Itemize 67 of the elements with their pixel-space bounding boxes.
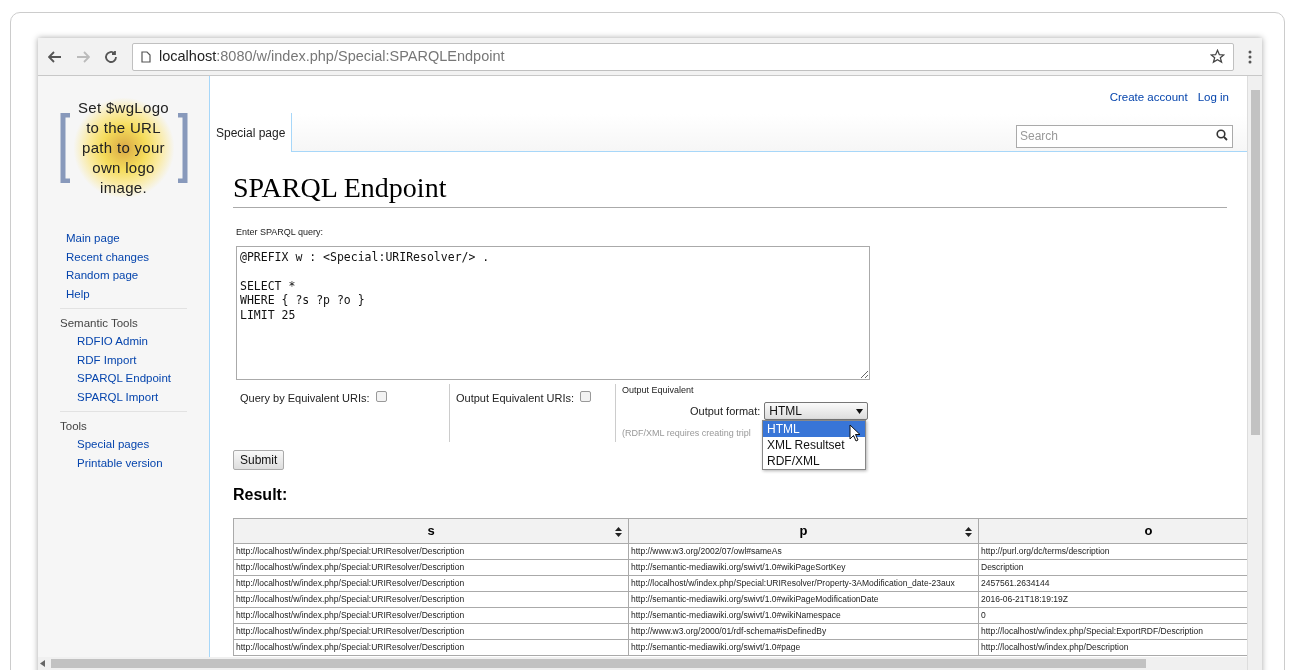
query-textarea[interactable]: @PREFIX w : <Special:URIResolver/> . SELECT * WHERE { ?s ?p ?o } LIMIT 25 <box>236 245 870 380</box>
dropdown-option[interactable]: HTML <box>763 420 865 437</box>
submit-button[interactable]: Submit <box>233 449 285 470</box>
page-tab[interactable]: Special page <box>210 113 293 152</box>
table-cell: http://www.w3.org/2000/01/rdf-schema#isDefinedBy <box>628 623 979 639</box>
account-link[interactable]: Log in <box>1197 89 1229 107</box>
vertical-scrollbar[interactable] <box>1247 76 1262 670</box>
result-heading: Result: <box>233 484 289 505</box>
table-cell: http://localhost/w/index.php/Special:URIResolver/Description <box>233 559 629 575</box>
table-cell: http://semantic-mediawiki.org/swivt/1.0#wikiPageModificationDate <box>628 591 979 607</box>
page-title: SPARQL Endpoint <box>233 171 1227 208</box>
table-cell: http://semantic-mediawiki.org/swivt/1.0#wikiPageSortKey <box>628 559 979 575</box>
back-arrow-icon[interactable] <box>48 50 62 63</box>
search-field[interactable]: Search <box>1016 124 1233 148</box>
option-label: Output Equivalent URIs: <box>456 390 574 406</box>
table-cell: http://localhost/w/index.php/Special:URIResolver/Property-3AModification_date-23aux <box>628 575 979 591</box>
logo-text: Set $wgLogo to the URL path to your own logo image. <box>71 98 176 198</box>
table-cell: http://localhost/w/index.php/Special:URIResolver/Description <box>233 639 629 655</box>
table-cell: http://semantic-mediawiki.org/swivt/1.0#page <box>628 639 979 655</box>
table-cell: http://semantic-mediawiki.org/swivt/1.0#wikiNamespace <box>628 607 979 623</box>
checkbox[interactable] <box>580 390 591 402</box>
table-cell: http://localhost/w/index.php/Special:URIResolver/Description <box>233 607 629 623</box>
column-header[interactable]: s <box>233 518 629 543</box>
nav-link[interactable]: Special pages <box>77 436 187 453</box>
query-label: Enter SPARQL query: <box>236 226 325 239</box>
table-cell: http://localhost/w/index.php/Special:URIResolver/Description <box>233 591 629 607</box>
scroll-left-arrow-icon[interactable] <box>40 660 45 667</box>
nav-link[interactable]: Random page <box>66 267 197 284</box>
search-icon[interactable] <box>1216 129 1228 141</box>
reload-icon[interactable] <box>104 49 118 64</box>
section-heading: Semantic Tools <box>60 316 139 331</box>
dropdown-option[interactable]: RDF/XML <box>763 452 865 469</box>
table-cell: http://www.w3.org/2002/07/owl#sameAs <box>628 543 979 559</box>
address-bar[interactable]: localhost:8080/w/index.php/Special:SPARQLEndpoint <box>132 42 1234 71</box>
nav-link[interactable]: RDFIO Admin <box>77 333 187 350</box>
column-header[interactable]: o <box>978 518 1247 543</box>
note-text: (RDF/XML requires creating tripl <box>622 427 752 440</box>
checkbox[interactable] <box>375 390 387 402</box>
sort-icon <box>615 526 622 537</box>
group-heading: Output Equivalent <box>622 383 695 397</box>
page-icon <box>141 50 151 63</box>
account-link[interactable]: Create account <box>1109 89 1188 107</box>
table-cell: http://localhost/w/index.php/Special:URIResolver/Description <box>233 623 629 639</box>
nav-link[interactable]: Main page <box>66 230 197 247</box>
url-text: localhost:8080/w/index.php/Special:SPARQLEndpoint <box>159 46 505 66</box>
left-bracket-drawing <box>59 113 70 183</box>
nav-link[interactable]: Printable version <box>77 454 187 471</box>
horizontal-scrollbar[interactable] <box>38 657 1247 670</box>
nav-link[interactable]: Help <box>66 285 197 302</box>
nav-link[interactable]: SPARQL Endpoint <box>77 370 187 387</box>
nav-link[interactable]: Recent changes <box>66 248 197 265</box>
nav-link[interactable]: RDF Import <box>77 351 187 368</box>
nav-link[interactable]: SPARQL Import <box>77 388 187 405</box>
mouse-pointer-icon <box>849 423 861 442</box>
star-icon[interactable] <box>1210 49 1225 64</box>
dropdown-option[interactable]: XML Resultset <box>763 436 865 453</box>
menu-icon[interactable] <box>1248 49 1252 64</box>
table-cell: http://localhost/w/index.php/Special:URIResolver/Description <box>233 575 629 591</box>
table-cell: http://localhost/w/index.php/Special:URIResolver/Description <box>233 543 629 559</box>
caret-icon <box>856 408 864 414</box>
section-heading: Tools <box>60 419 88 434</box>
option-label: Query by Equivalent URIs: <box>240 390 370 406</box>
right-bracket-drawing <box>177 113 188 183</box>
column-header[interactable]: p <box>628 518 979 543</box>
sort-icon <box>965 526 972 537</box>
output-format-select[interactable]: HTML <box>764 402 869 420</box>
output-format-label: Output format: <box>690 403 761 419</box>
